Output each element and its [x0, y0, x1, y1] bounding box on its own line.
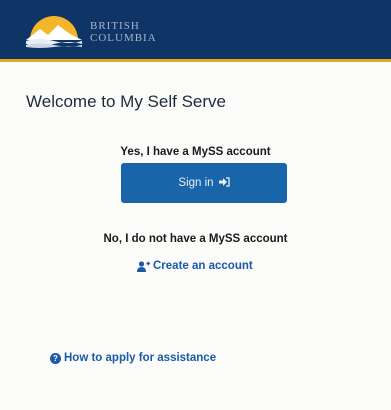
create-account-link[interactable]: Create an account: [137, 260, 253, 272]
bc-logo-icon[interactable]: [24, 14, 84, 48]
create-account-label: Create an account: [153, 260, 253, 272]
sign-in-button[interactable]: Sign in: [121, 163, 287, 203]
no-account-prompt: No, I do not have a MySS account: [103, 233, 288, 245]
existing-account-prompt: Yes, I have a MySS account: [120, 146, 271, 158]
sign-in-arrow-icon: [218, 176, 230, 190]
logo-text-line1: BRITISH: [90, 20, 140, 32]
how-to-apply-label: How to apply for assistance: [64, 352, 217, 364]
logo-text-line2: COLUMBIA: [90, 32, 157, 44]
bc-logo-text: BRITISH COLUMBIA: [90, 20, 157, 44]
question-circle-icon: ?: [50, 352, 61, 364]
how-to-apply-link[interactable]: ? How to apply for assistance: [50, 352, 216, 364]
sign-in-label: Sign in: [178, 177, 214, 189]
add-user-icon: [137, 260, 150, 272]
site-header: BRITISH COLUMBIA: [0, 0, 391, 62]
page-title: Welcome to My Self Serve: [26, 92, 226, 111]
